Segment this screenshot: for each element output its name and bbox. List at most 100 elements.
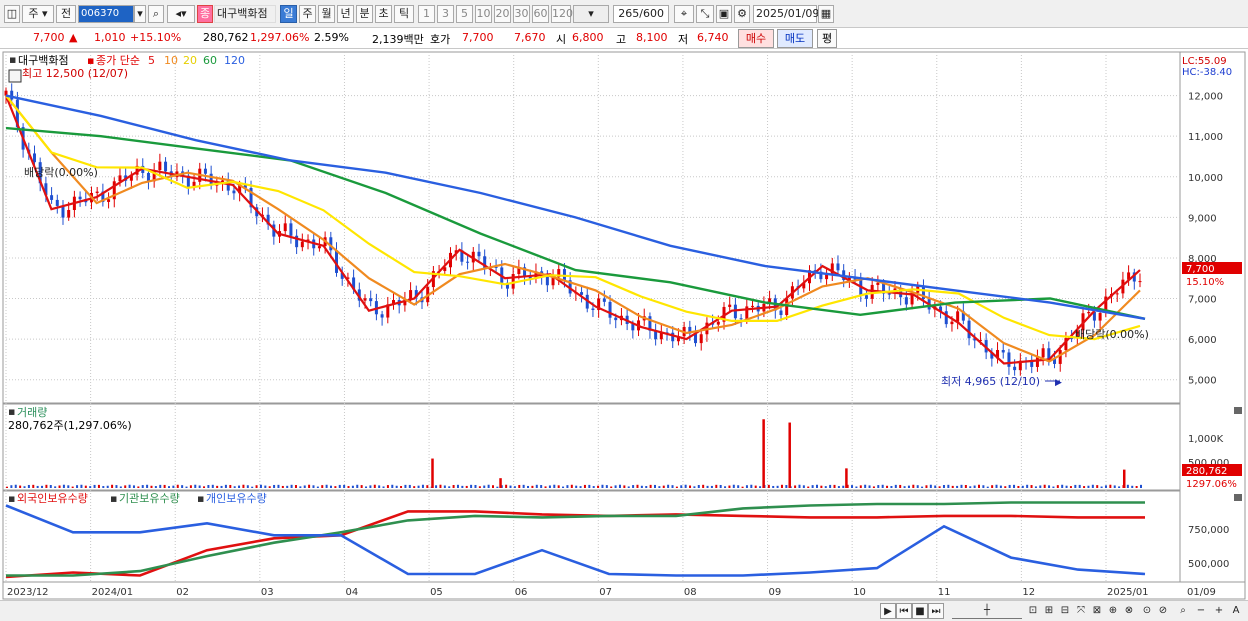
tool-icon-6[interactable]: ⊕ [1106,603,1120,619]
buy-button[interactable]: 매수 [738,29,774,48]
volume-bar [216,485,219,488]
volume-bar [658,486,661,488]
stock-code-input[interactable]: 006370 [78,5,134,23]
period-day-button[interactable]: 일 [280,5,297,23]
volume-bar [1065,485,1068,488]
volume-bar [824,486,827,488]
volume: 280,762 [203,31,249,44]
period-minute-button[interactable]: 분 [356,5,373,23]
interval-5-button[interactable]: 5 [456,5,473,23]
stock-chart[interactable]: ▪ 대구백화점 ▪ 종가 단순 5 10 20 60 120 최고 12,500… [0,50,1248,600]
interval-3-button[interactable]: 3 [437,5,454,23]
candle-body [904,297,908,305]
zoom-slider[interactable]: ┼ [952,603,1022,619]
stop-icon[interactable]: ■ [912,603,928,619]
gear-icon[interactable]: ⚙ [734,5,750,23]
tool-icon-3[interactable]: ⊟ [1058,603,1072,619]
interval-10-button[interactable]: 10 [475,5,492,23]
interval-dropdown[interactable]: ▾ [573,5,609,23]
volume-bar [518,484,521,488]
tool-icon-8[interactable]: ⊙ [1140,603,1154,619]
save-icon[interactable]: ▣ [716,5,732,23]
volume-bar [618,484,621,488]
low-label: 저 [678,33,689,46]
volume-bar [776,485,779,488]
period-week-button[interactable]: 주 [299,5,316,23]
tool-icon-2[interactable]: ⊞ [1042,603,1056,619]
interval-120-button[interactable]: 120 [551,5,573,23]
code-dropdown-icon[interactable]: ▾ [134,5,146,23]
date-input[interactable]: 2025/01/09 [753,5,819,23]
x-tick-label: 06 [515,587,528,598]
scroll-start-icon[interactable]: ⏮ [896,603,912,619]
volume-bar [14,484,17,488]
price-y-tick-label: 9,000 [1188,213,1217,224]
volume-bar [728,485,731,488]
tool-icon-9[interactable]: ⊘ [1156,603,1170,619]
count-input[interactable]: 265/600 [613,5,669,23]
legend-ma120: 120 [224,54,245,67]
period-month-button[interactable]: 월 [318,5,335,23]
scroll-right-icon[interactable]: ▶ [880,603,896,619]
volume-bar [452,485,455,488]
interval-20-button[interactable]: 20 [494,5,511,23]
font-size-icon[interactable]: A [1229,603,1243,619]
volume-bar [710,485,713,488]
candle-body [203,168,207,174]
volume-bar [794,485,797,488]
volume-bar [119,486,122,488]
x-tick-label: 10 [853,587,866,598]
candle-body [146,172,150,182]
volume-bar [19,485,22,488]
volume-bar [168,486,170,488]
candle-body [545,276,549,286]
prev-button[interactable]: 전 [56,5,76,23]
zoom-in-icon[interactable]: + [1212,603,1226,619]
period-year-button[interactable]: 년 [337,5,354,23]
candle-body [739,318,743,320]
volume-bar [601,484,604,488]
volume-bar [413,486,416,488]
volume-bar [439,484,442,488]
interval-30-button[interactable]: 30 [513,5,530,23]
sell-button[interactable]: 매도 [777,29,813,48]
interval-60-button[interactable]: 60 [532,5,549,23]
period-tick-button[interactable]: 틱 [394,5,414,23]
volume-bar [833,484,836,488]
volume-bar [737,485,740,488]
category-tag[interactable]: 종 [197,5,213,23]
scale-label-hc: HC:-38.40 [1182,67,1232,78]
zoom-icon[interactable]: ⌕ [1176,603,1190,619]
volume-bar [312,485,315,488]
tool-icon-5[interactable]: ⊠ [1090,603,1104,619]
tool-icon-7[interactable]: ⊗ [1122,603,1136,619]
volume-bar [373,484,376,488]
period-type-select[interactable]: 주 ▾ [22,5,54,23]
flat-button[interactable]: 평 [817,29,837,48]
chart-menu-icon[interactable]: ◫ [4,5,20,23]
bid-price: 7,670 [514,31,546,44]
volume-panel-close-icon[interactable] [1234,407,1242,414]
speaker-icon[interactable]: ◂▾ [167,5,195,23]
search-icon[interactable]: ⌕ [148,5,164,23]
volume-bar [181,485,184,488]
volume-bar [715,484,718,488]
grid-toggle-icon[interactable] [8,69,22,83]
volume-bar [509,485,512,488]
volume-bar [382,486,385,488]
draw-tool-icon[interactable]: ⤡ [696,5,714,23]
volume-bar [80,484,83,488]
tool-icon-4[interactable]: ⤧ [1074,603,1088,619]
volume-bar [527,485,530,488]
volume-bar [426,485,429,488]
scroll-end-icon[interactable]: ⏭ [928,603,944,619]
volume-bar [680,485,683,488]
period-second-button[interactable]: 초 [375,5,392,23]
crosshair-icon[interactable]: ⌖ [674,5,694,23]
zoom-out-icon[interactable]: − [1194,603,1208,619]
holdings-panel-close-icon[interactable] [1234,494,1242,501]
interval-1-button[interactable]: 1 [418,5,435,23]
volume-bar [1131,485,1134,488]
tool-icon-1[interactable]: ⊡ [1026,603,1040,619]
calendar-icon[interactable]: ▦ [818,5,834,23]
